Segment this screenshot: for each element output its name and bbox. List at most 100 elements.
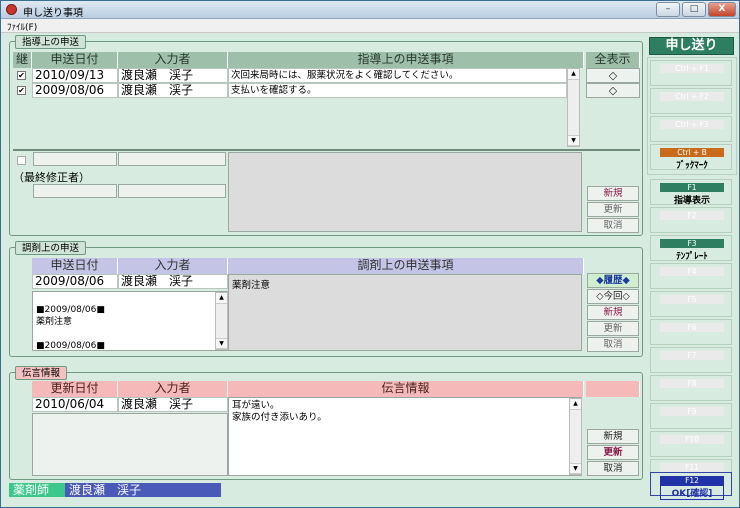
row2-author: 渡良瀬 渓子 bbox=[118, 83, 228, 98]
dispensing-new-button[interactable]: 新規 bbox=[587, 305, 639, 320]
header-date: 申送日付 bbox=[32, 52, 118, 68]
header-content: 指導上の申送事項 bbox=[228, 52, 584, 68]
history-line: ■2009/08/06■ bbox=[36, 341, 105, 351]
dispensing-update-button[interactable]: 更新 bbox=[587, 321, 639, 336]
fkey-f4[interactable]: F4 bbox=[650, 263, 732, 289]
dispensing-section-label: 調剤上の申送 bbox=[15, 241, 87, 255]
fkey-ctrl-f2[interactable]: Ctrl + F2 bbox=[650, 88, 732, 114]
fkey-cap: F9 bbox=[660, 407, 724, 416]
dispensing-date: 2009/08/06 bbox=[32, 274, 118, 289]
menu-bar: ﾌｧｲﾙ(F) bbox=[1, 19, 739, 33]
fkey-f12[interactable]: F12 OK[確認] bbox=[650, 472, 732, 500]
guidance-edit-textarea[interactable] bbox=[228, 152, 582, 232]
message-new-button[interactable]: 新規 bbox=[587, 429, 639, 444]
scroll-down-icon[interactable]: ▼ bbox=[568, 135, 579, 146]
fkey-f10[interactable]: F10 bbox=[650, 431, 732, 457]
last-editor-label: （最終修正者） bbox=[13, 171, 90, 184]
row2-content[interactable]: 支払いを確認する。 bbox=[228, 83, 567, 98]
row1-checkbox[interactable]: ✔ bbox=[17, 71, 26, 80]
dispensing-history-box[interactable]: ■2009/08/06■ 薬剤注意 ■2009/08/06■ ▲ ▼ bbox=[32, 291, 228, 351]
dispensing-history-button[interactable]: ◆履歴◆ bbox=[587, 273, 639, 288]
message-header-blank bbox=[586, 381, 640, 397]
fkey-f6[interactable]: F6 bbox=[650, 319, 732, 345]
scroll-up-icon[interactable]: ▲ bbox=[570, 399, 581, 410]
status-role: 薬剤師 bbox=[9, 483, 65, 497]
dispensing-content: 薬剤注意 bbox=[232, 280, 271, 291]
menu-file[interactable]: ﾌｧｲﾙ(F) bbox=[7, 20, 37, 33]
fkey-cap: F10 bbox=[660, 435, 724, 444]
dispensing-author: 渡良瀬 渓子 bbox=[118, 274, 228, 289]
edit-date-field[interactable] bbox=[33, 152, 117, 166]
scroll-up-icon[interactable]: ▲ bbox=[216, 293, 227, 304]
scroll-down-icon[interactable]: ▼ bbox=[216, 338, 227, 349]
fkey-f9[interactable]: F9 bbox=[650, 403, 732, 429]
fkey-label: ﾃﾝﾌﾟﾚｰﾄ bbox=[676, 252, 708, 262]
dispensing-cancel-button[interactable]: 取消 bbox=[587, 337, 639, 352]
fkey-label: ﾌﾞｯｸﾏｰｸ bbox=[676, 161, 708, 171]
sidebar-title: 申し送り bbox=[649, 37, 734, 55]
row2-checkbox[interactable]: ✔ bbox=[17, 86, 26, 95]
message-update-button[interactable]: 更新 bbox=[587, 445, 639, 460]
message-scrollbar[interactable]: ▲ ▼ bbox=[569, 398, 582, 475]
row1-date: 2010/09/13 bbox=[32, 68, 118, 83]
fkey-cap: F6 bbox=[660, 323, 724, 332]
guidance-new-button[interactable]: 新規 bbox=[587, 186, 639, 201]
main-window: 申し送り事項 – □ X ﾌｧｲﾙ(F) 指導上の申送 継 申送日付 入力者 指… bbox=[0, 0, 740, 508]
edit-checkbox[interactable] bbox=[17, 156, 26, 165]
fkey-label: 指導表示 bbox=[673, 196, 710, 206]
dispensing-current-button[interactable]: ◇今回◇ bbox=[587, 289, 639, 304]
scroll-down-icon[interactable]: ▼ bbox=[570, 463, 581, 474]
dispensing-header-author: 入力者 bbox=[118, 258, 228, 274]
scroll-up-icon[interactable]: ▲ bbox=[568, 69, 579, 80]
dispensing-header-date: 申送日付 bbox=[32, 258, 118, 274]
message-section-label: 伝言情報 bbox=[15, 366, 68, 380]
fkey-cap: F5 bbox=[660, 295, 724, 304]
fkey-cap: F4 bbox=[660, 267, 724, 276]
fkey-ctrl-f1[interactable]: Ctrl + F1 bbox=[650, 60, 732, 86]
row1-author: 渡良瀬 渓子 bbox=[118, 68, 228, 83]
fkey-f7[interactable]: F7 bbox=[650, 347, 732, 373]
fkey-cap: Ctrl + B bbox=[660, 148, 724, 157]
fkey-cap: Ctrl + F2 bbox=[660, 92, 724, 101]
dispensing-history-text: ■2009/08/06■ 薬剤注意 ■2009/08/06■ bbox=[36, 304, 105, 352]
guidance-cancel-button[interactable]: 取消 bbox=[587, 218, 639, 233]
function-key-sidebar: 申し送り Ctrl + F1 Ctrl + F2 Ctrl + F3 Ctrl + B… bbox=[646, 35, 740, 501]
header-show-all[interactable]: 全表示 bbox=[586, 52, 640, 68]
message-line: 耳が遠い。 bbox=[232, 400, 280, 411]
guidance-scrollbar[interactable]: ▲ ▼ bbox=[567, 68, 580, 147]
status-user: 渡良瀬 渓子 bbox=[65, 483, 221, 497]
edit-author-field[interactable] bbox=[118, 152, 226, 166]
fkey-cap: F7 bbox=[660, 351, 724, 360]
message-header-author: 入力者 bbox=[118, 381, 228, 397]
fkey-ctrl-f3[interactable]: Ctrl + F3 bbox=[650, 116, 732, 142]
minimize-button[interactable]: – bbox=[656, 2, 680, 17]
fkey-ctrl-b[interactable]: Ctrl + B ﾌﾞｯｸﾏｰｸ bbox=[650, 144, 732, 171]
fkey-f5[interactable]: F5 bbox=[650, 291, 732, 317]
row2-show-button[interactable]: ◇ bbox=[586, 83, 640, 98]
guidance-section-label: 指導上の申送 bbox=[15, 35, 87, 49]
row1-content[interactable]: 次回来局時には、服薬状況をよく確認してください。 bbox=[228, 68, 567, 83]
fkey-cap: Ctrl + F1 bbox=[660, 64, 724, 73]
row1-show-button[interactable]: ◇ bbox=[586, 68, 640, 83]
history-line: ■2009/08/06■ bbox=[36, 305, 105, 315]
fkey-f8[interactable]: F8 bbox=[650, 375, 732, 401]
maximize-button[interactable]: □ bbox=[682, 2, 706, 17]
fkey-cap: F11 bbox=[660, 463, 724, 472]
guidance-update-button[interactable]: 更新 bbox=[587, 202, 639, 217]
fkey-cap: F2 bbox=[660, 211, 724, 220]
message-textarea[interactable]: 耳が遠い。 家族の付き添いあり。 ▲ ▼ bbox=[228, 397, 582, 476]
fkey-f1[interactable]: F1 指導表示 bbox=[650, 179, 732, 206]
title-bar: 申し送り事項 – □ X bbox=[1, 1, 739, 19]
fkey-cap: F3 bbox=[660, 239, 724, 248]
history-scrollbar[interactable]: ▲ ▼ bbox=[215, 292, 228, 350]
window-title: 申し送り事項 bbox=[23, 8, 83, 19]
message-header-date: 更新日付 bbox=[32, 381, 118, 397]
fkey-f2[interactable]: F2 bbox=[650, 207, 732, 233]
message-list-box[interactable] bbox=[32, 413, 228, 476]
message-cancel-button[interactable]: 取消 bbox=[587, 461, 639, 476]
editor-date-field bbox=[33, 184, 117, 198]
app-icon bbox=[6, 4, 17, 15]
close-button[interactable]: X bbox=[708, 2, 736, 17]
dispensing-content-area[interactable]: 薬剤注意 bbox=[228, 274, 582, 351]
fkey-f3[interactable]: F3 ﾃﾝﾌﾟﾚｰﾄ bbox=[650, 235, 732, 262]
